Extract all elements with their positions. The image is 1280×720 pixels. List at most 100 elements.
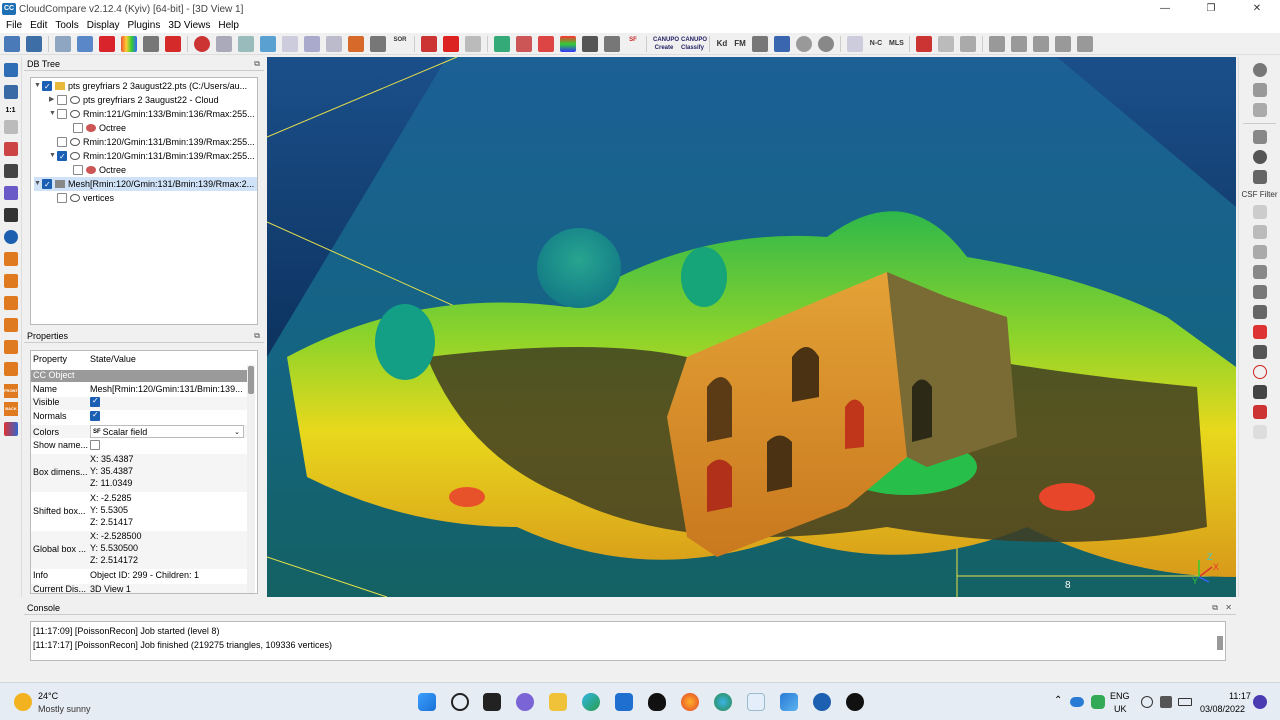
- tree-checkbox[interactable]: [57, 137, 67, 147]
- properties-table[interactable]: Property State/Value CC Object Name Mesh…: [30, 350, 258, 594]
- export-icon[interactable]: [143, 35, 159, 52]
- tree-item-octree-1[interactable]: Octree: [73, 121, 126, 135]
- pivot-icon[interactable]: [4, 164, 18, 178]
- visible-checkbox[interactable]: [90, 396, 100, 407]
- network-icon[interactable]: [1141, 696, 1153, 708]
- subsample-icon[interactable]: [216, 35, 232, 52]
- onedrive-icon[interactable]: [1070, 697, 1084, 707]
- compute-icon[interactable]: [282, 35, 298, 52]
- move-icon[interactable]: [4, 208, 18, 222]
- console-log[interactable]: [11:17:09] [PoissonRecon] Job started (l…: [30, 621, 1226, 661]
- weather-desc[interactable]: Mostly sunny: [38, 704, 91, 714]
- sf-filter-icon[interactable]: [538, 35, 554, 52]
- scale-1-1-button[interactable]: 1:1: [0, 107, 21, 114]
- colors-select[interactable]: SF Scalar field ⌄: [90, 425, 244, 438]
- left-view-icon[interactable]: [4, 296, 18, 310]
- add-sf-icon[interactable]: [582, 35, 598, 52]
- minimize-button[interactable]: —: [1142, 0, 1188, 18]
- alienware-icon[interactable]: [648, 693, 666, 711]
- hexagon-icon[interactable]: [1252, 285, 1267, 299]
- remove-sf-icon[interactable]: [604, 35, 620, 52]
- list-icon[interactable]: [77, 35, 93, 52]
- registration-icon[interactable]: [1252, 225, 1267, 239]
- color-icon[interactable]: [121, 35, 137, 52]
- file-explorer-icon[interactable]: [549, 693, 567, 711]
- snipping-tool-icon[interactable]: [747, 693, 765, 711]
- align-icon[interactable]: [304, 35, 320, 52]
- expand-icon[interactable]: ▶: [49, 93, 57, 107]
- collapse-icon[interactable]: ▼: [34, 79, 42, 93]
- section-icon[interactable]: [916, 35, 932, 52]
- iso-back-button[interactable]: BACK: [4, 402, 18, 416]
- right-view-icon[interactable]: [4, 340, 18, 354]
- db-tree-view[interactable]: ▼ pts greyfriars 2 3august22.pts (C:/Use…: [30, 77, 258, 325]
- plus-icon[interactable]: [4, 120, 18, 134]
- menu-3d-views[interactable]: 3D Views: [168, 20, 210, 31]
- show-name-checkbox[interactable]: [90, 440, 100, 450]
- menu-tools[interactable]: Tools: [55, 20, 78, 31]
- ruler-icon[interactable]: [1252, 425, 1267, 439]
- fm-button[interactable]: FM: [734, 36, 746, 52]
- front-view-icon[interactable]: [4, 274, 18, 288]
- chat-icon[interactable]: [516, 693, 534, 711]
- register-icon[interactable]: [326, 35, 342, 52]
- photos-icon[interactable]: [780, 693, 798, 711]
- top-view-icon[interactable]: [4, 252, 18, 266]
- sf-gradient-icon[interactable]: [516, 35, 532, 52]
- tree-item-octree-2[interactable]: Octree: [73, 163, 126, 177]
- density-icon[interactable]: [238, 35, 254, 52]
- battery-icon[interactable]: [1178, 698, 1192, 706]
- tree-checkbox[interactable]: [73, 165, 83, 175]
- cloudcompare-taskbar-icon[interactable]: [813, 693, 831, 711]
- task-view-icon[interactable]: [483, 693, 501, 711]
- open-icon[interactable]: [4, 35, 20, 52]
- menu-edit[interactable]: Edit: [30, 20, 47, 31]
- mls-button[interactable]: MLS: [889, 36, 904, 52]
- view-3-icon[interactable]: [1033, 35, 1049, 52]
- globe-icon[interactable]: [818, 35, 834, 52]
- tree-item-rgb-cloud-2[interactable]: Rmin:120/Gmin:131/Bmin:139/Rmax:255...: [57, 135, 255, 149]
- menu-display[interactable]: Display: [87, 20, 120, 31]
- view-4-icon[interactable]: [1055, 35, 1071, 52]
- compass-icon[interactable]: [1252, 150, 1267, 164]
- menu-plugins[interactable]: Plugins: [128, 20, 161, 31]
- bottom-view-icon[interactable]: [4, 362, 18, 376]
- view-5-icon[interactable]: [1077, 35, 1093, 52]
- back-view-icon[interactable]: [4, 318, 18, 332]
- clock-date[interactable]: 03/08/2022: [1200, 704, 1245, 714]
- merge-icon[interactable]: [99, 35, 115, 52]
- distance-icon[interactable]: [348, 35, 364, 52]
- segment-icon[interactable]: [443, 35, 459, 52]
- collapse-icon[interactable]: ▼: [49, 107, 57, 121]
- canupo-create-button[interactable]: CANUPO Create: [653, 36, 679, 52]
- checker-icon[interactable]: [370, 35, 386, 52]
- arch-icon[interactable]: [1252, 385, 1267, 399]
- collapse-icon[interactable]: ▼: [49, 149, 57, 163]
- sf-arithmetic-button[interactable]: SF: [626, 36, 640, 52]
- m3c2-icon[interactable]: [1252, 325, 1267, 339]
- layers-icon[interactable]: [1252, 345, 1267, 359]
- tree-checkbox[interactable]: [57, 150, 67, 164]
- csf-filter-label[interactable]: CSF Filter: [1239, 190, 1280, 199]
- crosshair-icon[interactable]: [421, 35, 437, 52]
- canupo-classify-button[interactable]: CANUPO Classify: [681, 36, 707, 52]
- shield-icon[interactable]: [1252, 170, 1267, 184]
- weather-sun-icon[interactable]: [14, 693, 32, 711]
- save-icon[interactable]: [26, 35, 42, 52]
- zoom-icon[interactable]: [4, 230, 18, 244]
- close-window-button[interactable]: ✕: [1234, 0, 1280, 18]
- edge-icon[interactable]: [582, 693, 600, 711]
- tree-item-rgb-cloud-3[interactable]: ▼ Rmin:120/Gmin:131/Bmin:139/Rmax:255...: [49, 149, 255, 164]
- bucket-icon[interactable]: [1252, 305, 1267, 319]
- tree-checkbox[interactable]: [42, 178, 52, 192]
- perspective-icon[interactable]: [4, 186, 18, 200]
- search-icon[interactable]: [451, 693, 469, 711]
- volume-icon[interactable]: [1160, 696, 1172, 708]
- view-1-icon[interactable]: [989, 35, 1005, 52]
- tree-checkbox[interactable]: [73, 123, 83, 133]
- clock-time[interactable]: 11:17: [1229, 691, 1251, 701]
- edge-dev-icon[interactable]: [714, 693, 732, 711]
- start-icon[interactable]: [418, 693, 436, 711]
- robot-icon[interactable]: [1252, 405, 1267, 419]
- firefox-icon[interactable]: [681, 693, 699, 711]
